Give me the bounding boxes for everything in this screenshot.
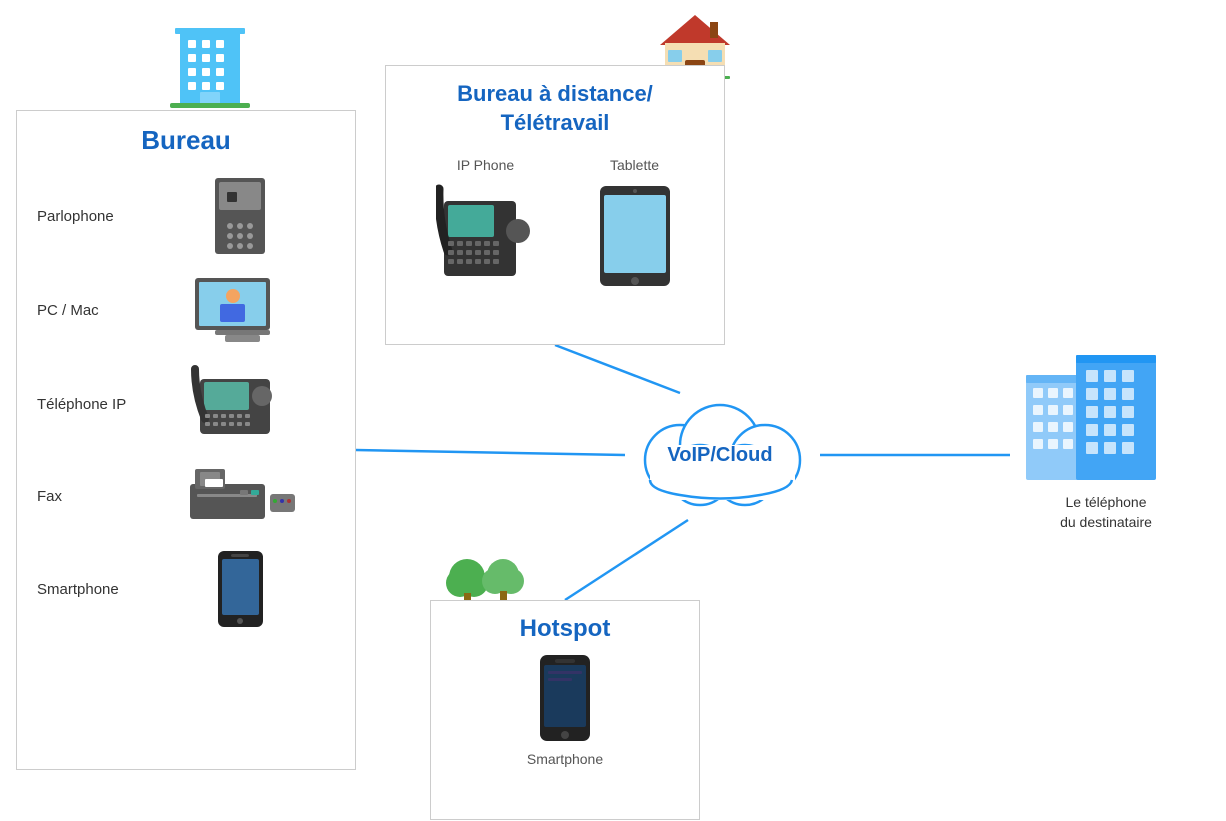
- bureau-title: Bureau: [17, 125, 355, 156]
- voip-cloud: VoIP/Cloud: [620, 390, 820, 520]
- parlophone-icon: [145, 176, 335, 256]
- bureau-item-fax: Fax: [17, 454, 355, 539]
- hotspot-item-smartphone: Smartphone: [431, 643, 699, 777]
- bureau-item-pc: PC / Mac: [17, 266, 355, 354]
- parlophone-label: Parlophone: [37, 208, 127, 225]
- pc-label: PC / Mac: [37, 302, 127, 319]
- telephone-ip-icon: [145, 364, 335, 444]
- hotspot-title: Hotspot: [431, 615, 699, 643]
- telephone-ip-label: Téléphone IP: [37, 396, 127, 413]
- voip-label: VoIP/Cloud: [667, 444, 772, 467]
- remote-item-ipphone: IP Phone: [436, 157, 536, 291]
- remote-title: Bureau à distance/ Télétravail: [386, 80, 724, 137]
- remote-item-tablette: Tablette: [595, 157, 675, 291]
- bureau-item-parlophone: Parlophone: [17, 166, 355, 266]
- remote-box: Bureau à distance/ Télétravail IP Phone: [385, 65, 725, 345]
- pc-icon: [145, 276, 335, 344]
- bureau-box: Bureau Parlophone PC / Mac: [16, 110, 356, 770]
- fax-label: Fax: [37, 488, 127, 505]
- remote-items: IP Phone: [386, 147, 724, 301]
- smartphone-bureau-icon: [145, 549, 335, 629]
- destination-box: Le téléphonedu destinataire: [1016, 350, 1196, 532]
- fax-icon: [145, 464, 335, 529]
- smartphone-label: Smartphone: [37, 581, 127, 598]
- bureau-item-telephone-ip: Téléphone IP: [17, 354, 355, 454]
- destination-label: Le téléphonedu destinataire: [1016, 493, 1196, 532]
- bureau-item-smartphone: Smartphone: [17, 539, 355, 639]
- remote-tablette-label: Tablette: [610, 157, 659, 173]
- hotspot-smartphone-label: Smartphone: [527, 751, 603, 767]
- bureau-building-icon: [170, 20, 250, 110]
- hotspot-box: Hotspot Smartphone: [430, 600, 700, 820]
- remote-ipphone-label: IP Phone: [457, 157, 514, 173]
